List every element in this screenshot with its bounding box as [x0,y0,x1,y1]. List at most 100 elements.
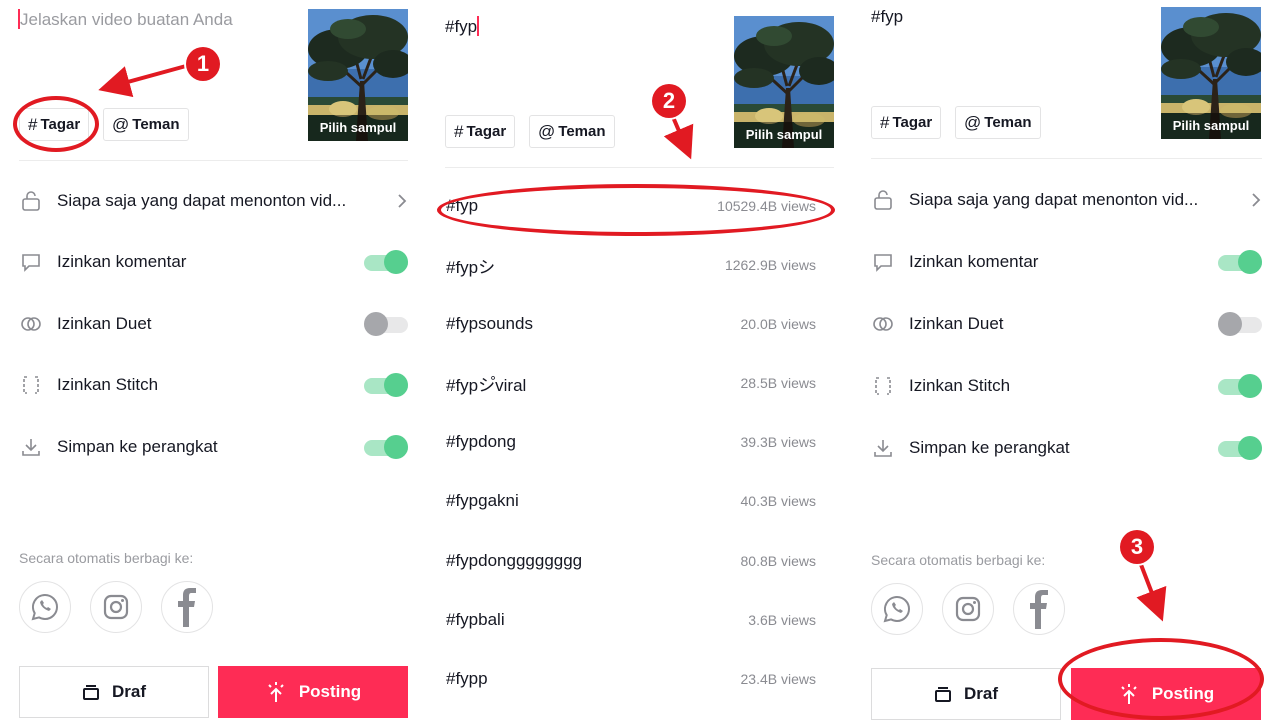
select-cover-label: Pilih sampul [308,115,408,141]
share-facebook-button[interactable] [161,581,213,633]
cover-thumbnail[interactable]: Pilih sampul [1161,7,1261,139]
privacy-setting-row[interactable]: Siapa saja yang dapat menonton vid... [871,180,1198,220]
step-3-highlight-ring [1058,638,1264,720]
caption-text: #fyp [445,17,478,36]
mention-chip-label: Teman [558,123,606,140]
draft-button-label: Draf [111,682,146,701]
comment-label: Izinkan komentar [57,252,187,271]
privacy-label: Siapa saja yang dapat menonton vid... [909,190,1199,209]
duet-setting-row: Izinkan Duet [871,304,1004,344]
chevron-right-icon [1252,193,1261,207]
mention-chip[interactable]: @ Teman [955,106,1041,139]
suggestion-tag: #fypbali [446,610,505,629]
hashtag-suggestion[interactable]: #fypsounds 20.0B views [446,304,816,344]
hashtag-suggestion[interactable]: #fypbali 3.6B views [446,600,816,640]
suggestion-tag: #fypdong [446,432,516,451]
duet-icon [873,317,893,331]
auto-share-label: Secara otomatis berbagi ke: [871,552,1046,568]
stitch-icon [23,376,39,394]
draft-button-label: Draf [963,684,998,703]
select-cover-label: Pilih sampul [1161,113,1261,139]
whatsapp-icon [31,593,58,621]
share-whatsapp-button[interactable] [871,583,923,635]
cover-thumbnail[interactable]: Pilih sampul [734,16,834,148]
divider [19,160,408,161]
mention-icon: @ [538,121,556,141]
duet-label: Izinkan Duet [909,314,1004,333]
mention-chip-label: Teman [984,114,1032,131]
hashtag-suggestion[interactable]: #fypgakni 40.3B views [446,481,816,521]
hashtag-chip[interactable]: # Tagar [445,115,516,148]
draft-icon [82,685,99,700]
mention-chip[interactable]: @ Teman [529,115,615,148]
post-screen-step-2: #fyp Pilih sampul # Tagar @ Teman #fyp 1052… [426,0,852,720]
hashtag-chip[interactable]: # Tagar [871,106,942,139]
duet-toggle[interactable] [364,312,408,336]
caption-input[interactable]: #fyp [871,7,903,27]
step-1-highlight-ring [13,96,99,152]
suggestion-tag: #fypシ [446,257,496,277]
save-device-setting-row: Simpan ke perangkat [19,427,218,467]
caption-input[interactable]: #fyp [445,16,480,37]
stitch-setting-row: Izinkan Stitch [871,366,1010,406]
step-3-badge: 3 [1120,530,1154,564]
select-cover-label: Pilih sampul [734,122,834,148]
comment-setting-row: Izinkan komentar [871,242,1038,282]
post-screen-step-3: #fyp Pilih sampul # Tagar @ Teman Siapa sa… [852,0,1280,720]
duet-toggle[interactable] [1218,312,1262,336]
hashtag-suggestion[interactable]: #fypシ 1262.9B views [446,245,816,285]
draft-button[interactable]: Draf [871,668,1061,720]
share-instagram-button[interactable] [90,581,142,633]
cover-thumbnail[interactable]: Pilih sampul [308,9,408,141]
stitch-setting-row: Izinkan Stitch [19,365,158,405]
suggestion-views: 39.3B views [740,434,816,450]
post-button-label: Posting [298,682,362,701]
post-button[interactable]: Posting [218,666,408,718]
save-device-setting-row: Simpan ke perangkat [871,428,1070,468]
auto-share-label: Secara otomatis berbagi ke: [19,550,194,566]
stitch-icon [875,377,891,395]
suggestion-views: 3.6B views [748,612,816,628]
save-device-toggle[interactable] [364,435,408,459]
post-icon [268,682,284,702]
text-cursor [477,16,480,36]
suggestion-views: 40.3B views [740,493,816,509]
comment-setting-row: Izinkan komentar [19,242,186,282]
hashtag-suggestion[interactable]: #fypシ゚viral 28.5B views [446,363,816,403]
duet-icon [21,317,41,331]
share-whatsapp-button[interactable] [19,581,71,633]
hashtag-suggestion[interactable]: #fypp 23.4B views [446,659,816,699]
save-device-toggle[interactable] [1218,436,1262,460]
hashtag-suggestion[interactable]: #fypdong 39.3B views [446,422,816,462]
download-icon [874,440,892,457]
share-facebook-button[interactable] [1013,583,1065,635]
mention-chip-label: Teman [132,116,180,133]
facebook-icon [1030,590,1048,629]
mention-icon: @ [964,112,982,132]
instagram-icon [103,594,129,620]
facebook-icon [178,588,196,627]
draft-icon [934,687,951,702]
hashtag-icon: # [454,121,464,141]
suggestion-views: 80.8B views [740,553,816,569]
comment-icon [22,254,40,272]
mention-icon: @ [112,114,130,134]
hashtag-suggestion[interactable]: #fypdongggggggg 80.8B views [446,541,816,581]
mention-chip[interactable]: @ Teman [103,108,189,141]
suggestion-tag: #fypsounds [446,314,533,333]
comment-toggle[interactable] [364,250,408,274]
share-instagram-button[interactable] [942,583,994,635]
stitch-toggle[interactable] [364,373,408,397]
privacy-setting-row[interactable]: Siapa saja yang dapat menonton vid... [19,181,346,221]
stitch-toggle[interactable] [1218,374,1262,398]
duet-setting-row: Izinkan Duet [19,304,152,344]
chevron-right-icon [398,194,407,208]
suggestion-views: 28.5B views [740,375,816,391]
suggestion-views: 20.0B views [740,316,816,332]
draft-button[interactable]: Draf [19,666,209,718]
caption-input[interactable]: Jelaskan video buatan Anda [18,9,233,30]
stitch-label: Izinkan Stitch [909,376,1011,395]
suggestion-tag: #fypgakni [446,491,519,510]
comment-toggle[interactable] [1218,250,1262,274]
privacy-label: Siapa saja yang dapat menonton vid... [57,191,347,210]
